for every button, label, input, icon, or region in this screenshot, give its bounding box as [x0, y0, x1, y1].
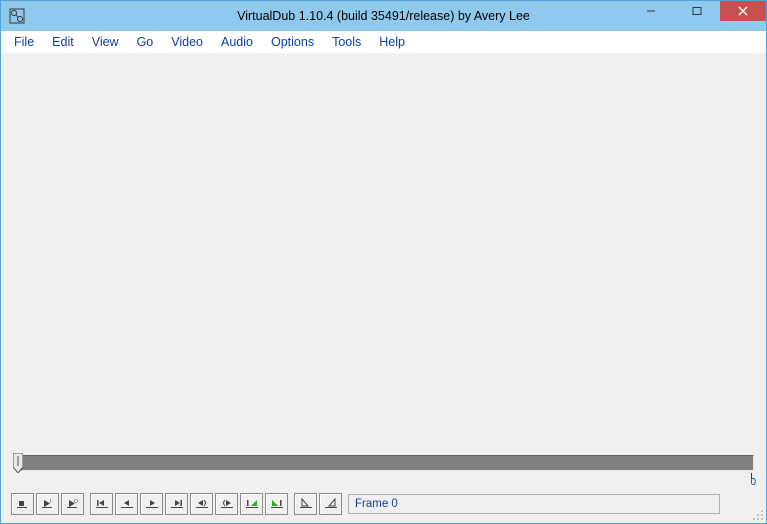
- frame-label: Frame 0: [355, 498, 398, 510]
- svg-text:O: O: [74, 499, 78, 505]
- menu-edit[interactable]: Edit: [43, 33, 83, 51]
- step-forward-button[interactable]: [140, 493, 163, 515]
- timeline-ticks: 0: [13, 475, 754, 489]
- menu-tools[interactable]: Tools: [323, 33, 370, 51]
- timeline-track[interactable]: [21, 455, 754, 471]
- menu-view[interactable]: View: [83, 33, 128, 51]
- go-start-button[interactable]: [90, 493, 113, 515]
- app-icon: [9, 8, 25, 24]
- next-keyframe-button[interactable]: [215, 493, 238, 515]
- mark-group: [294, 493, 342, 515]
- frame-indicator: Frame 0: [348, 494, 720, 514]
- menu-audio[interactable]: Audio: [212, 33, 262, 51]
- menu-go[interactable]: Go: [128, 33, 163, 51]
- video-pane: [1, 53, 766, 451]
- resize-grip-icon[interactable]: [752, 509, 764, 521]
- play-group: I O: [11, 493, 84, 515]
- window-controls: [628, 1, 766, 31]
- step-group: [90, 493, 288, 515]
- prev-keyframe-button[interactable]: [190, 493, 213, 515]
- tick-end-label: 0: [750, 477, 756, 488]
- stop-button[interactable]: [11, 493, 34, 515]
- play-output-button[interactable]: O: [61, 493, 84, 515]
- timeline[interactable]: [13, 451, 754, 475]
- menubar: File Edit View Go Video Audio Options To…: [1, 31, 766, 53]
- maximize-button[interactable]: [674, 1, 720, 21]
- svg-text:I: I: [50, 499, 51, 505]
- next-drop-button[interactable]: [265, 493, 288, 515]
- timeline-zone: 0: [1, 451, 766, 489]
- close-button[interactable]: [720, 1, 766, 21]
- menu-options[interactable]: Options: [262, 33, 323, 51]
- play-input-button[interactable]: I: [36, 493, 59, 515]
- menu-help[interactable]: Help: [370, 33, 414, 51]
- go-end-button[interactable]: [165, 493, 188, 515]
- transport-toolbar: I O: [1, 489, 766, 523]
- menu-video[interactable]: Video: [162, 33, 212, 51]
- menu-file[interactable]: File: [5, 33, 43, 51]
- playhead[interactable]: [13, 453, 23, 473]
- mark-in-button[interactable]: [294, 493, 317, 515]
- titlebar[interactable]: VirtualDub 1.10.4 (build 35491/release) …: [1, 1, 766, 31]
- app-window: VirtualDub 1.10.4 (build 35491/release) …: [0, 0, 767, 524]
- prev-drop-button[interactable]: [240, 493, 263, 515]
- step-back-button[interactable]: [115, 493, 138, 515]
- minimize-button[interactable]: [628, 1, 674, 21]
- mark-out-button[interactable]: [319, 493, 342, 515]
